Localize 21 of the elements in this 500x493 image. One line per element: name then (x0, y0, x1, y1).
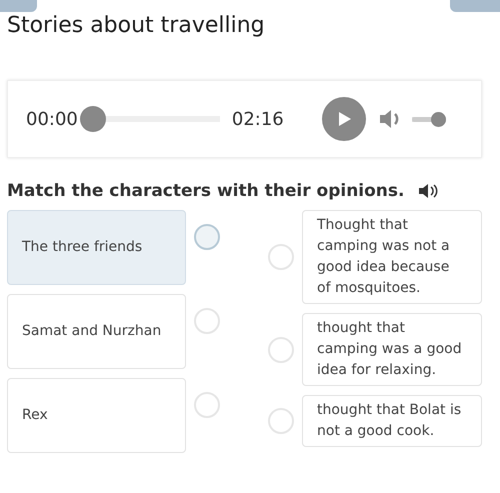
task-instruction: Match the characters with their opinions. (7, 181, 404, 201)
speaker-icon[interactable] (418, 183, 438, 199)
character-card[interactable]: Rex (7, 378, 186, 453)
character-card[interactable]: Samat and Nurzhan (7, 294, 186, 369)
opinion-card[interactable]: thought that camping was a good idea for relaxing. (302, 313, 482, 386)
match-radio[interactable] (268, 408, 294, 434)
match-radio[interactable] (268, 244, 294, 270)
page-title: Stories about travelling (7, 12, 266, 40)
opinion-card[interactable]: Thought that camping was not a good idea because of mosquitoes. (302, 210, 482, 304)
elapsed-time: 00:00 (26, 108, 78, 130)
match-radio[interactable] (268, 336, 294, 362)
character-card[interactable]: The three friends (7, 210, 186, 285)
match-radio[interactable] (194, 308, 220, 334)
nav-button[interactable] (450, 0, 500, 12)
opinion-card[interactable]: thought that Bolat is not a good cook. (302, 395, 482, 447)
nav-button[interactable] (0, 0, 37, 12)
match-radio[interactable] (194, 224, 220, 250)
play-icon (338, 111, 352, 127)
play-button[interactable] (322, 97, 366, 141)
match-radio[interactable] (194, 392, 220, 418)
duration-time: 02:16 (232, 108, 284, 130)
